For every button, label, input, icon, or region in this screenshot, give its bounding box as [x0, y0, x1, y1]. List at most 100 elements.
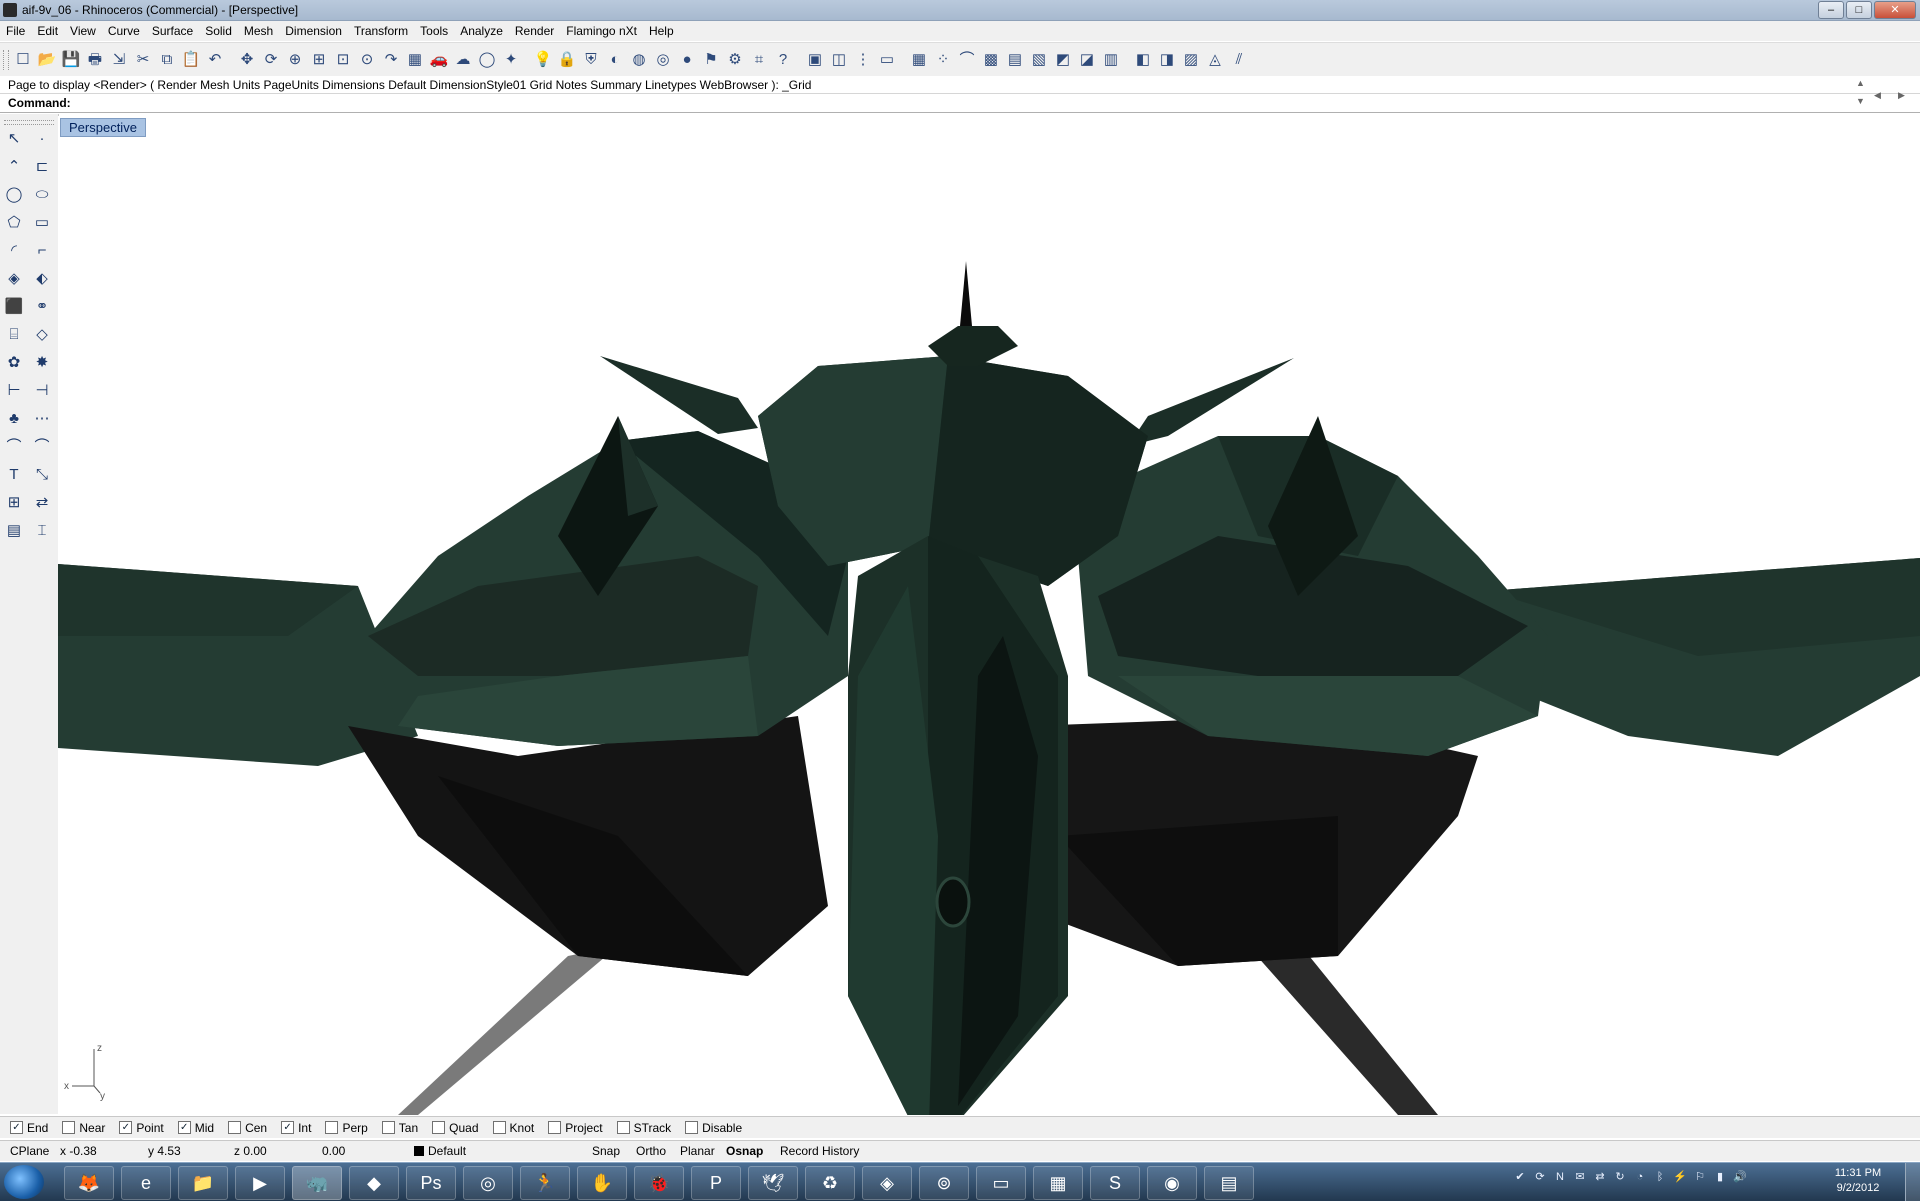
media-player-icon[interactable]: ▶	[235, 1166, 285, 1200]
print-icon[interactable]: 🖶	[84, 49, 106, 71]
zoom-extents-icon[interactable]: ⊡	[332, 49, 354, 71]
clock[interactable]: 11:31 PM 9/2/2012	[1820, 1166, 1896, 1196]
scale-icon[interactable]: ⤡	[30, 464, 54, 486]
new-file-icon[interactable]: ☐	[12, 49, 34, 71]
split-icon[interactable]: ⊣	[30, 380, 54, 402]
lock-icon[interactable]: 🔒	[556, 49, 578, 71]
perspective-viewport[interactable]: Perspective z x y	[58, 116, 1920, 1115]
tray-signal-icon[interactable]: ▮	[1712, 1169, 1728, 1185]
tray-onenote-icon[interactable]: N	[1552, 1169, 1568, 1185]
shield-icon[interactable]: ⛨	[580, 49, 602, 71]
car-icon[interactable]: 🚗	[428, 49, 450, 71]
steam-icon[interactable]: ◎	[463, 1166, 513, 1200]
osnap-int[interactable]: ✓ Int	[281, 1121, 311, 1135]
recycle-icon[interactable]: ♻	[805, 1166, 855, 1200]
cplane-icon[interactable]: ◧	[1132, 49, 1154, 71]
scroll-up-icon[interactable]: ▲	[1856, 78, 1865, 88]
osnap-strack[interactable]: STrack	[616, 1121, 671, 1135]
osnap-checkbox[interactable]: ✓	[119, 1121, 133, 1134]
spaceship-model[interactable]	[58, 116, 1920, 1115]
folder-icon[interactable]: 📁	[178, 1166, 228, 1200]
osnap-point[interactable]: ✓ Point	[119, 1121, 164, 1135]
circle-icon[interactable]: ◯	[476, 49, 498, 71]
snap-points-icon[interactable]: ⁘	[932, 49, 954, 71]
osnap-end[interactable]: ✓ End	[10, 1121, 48, 1135]
rotate-view-icon[interactable]: ⟳	[260, 49, 282, 71]
open-file-icon[interactable]: 📂	[36, 49, 58, 71]
book-icon[interactable]: ▧	[1028, 49, 1050, 71]
osnap-knot[interactable]: Knot	[492, 1121, 534, 1135]
layout-icon[interactable]: ▥	[1100, 49, 1122, 71]
menu-render[interactable]: Render	[509, 21, 560, 41]
draft-icon[interactable]: ▨	[1180, 49, 1202, 71]
osnap-quad[interactable]: Quad	[432, 1121, 479, 1135]
record-history-toggle[interactable]: Record History	[780, 1144, 859, 1158]
zoom-selected-icon[interactable]: ⊙	[356, 49, 378, 71]
text-icon[interactable]: T	[2, 464, 26, 486]
osnap-perp[interactable]: Perp	[325, 1121, 368, 1135]
tray-shield-icon[interactable]: ✔	[1512, 1169, 1528, 1185]
curve-from-object-icon[interactable]: ⌒	[2, 436, 26, 458]
menu-tools[interactable]: Tools	[414, 21, 454, 41]
skype-icon[interactable]: S	[1090, 1166, 1140, 1200]
group-icon[interactable]: ⋯	[30, 408, 54, 430]
bird-icon[interactable]: 🕊	[748, 1166, 798, 1200]
menu-file[interactable]: File	[0, 21, 31, 41]
calculator-icon[interactable]: ▦	[1033, 1166, 1083, 1200]
tray-sync-icon[interactable]: ⟳	[1532, 1169, 1548, 1185]
minimize-button[interactable]: –	[1818, 1, 1844, 19]
scroll-right-icon[interactable]: ▶	[1898, 90, 1905, 101]
copy-icon[interactable]: ⧉	[156, 49, 178, 71]
ellipse-icon[interactable]: ⬭	[30, 184, 54, 206]
box-solid-icon[interactable]: ⬛	[2, 296, 26, 318]
sketchup-icon[interactable]: ◆	[349, 1166, 399, 1200]
surface-icon[interactable]: ◩	[1052, 49, 1074, 71]
start-button[interactable]	[4, 1165, 44, 1199]
menu-help[interactable]: Help	[643, 21, 680, 41]
render-icon[interactable]: ☁	[452, 49, 474, 71]
player-icon[interactable]: ⊚	[919, 1166, 969, 1200]
show-desktop-button[interactable]	[1905, 1163, 1920, 1201]
osnap-checkbox[interactable]: ✓	[177, 1121, 191, 1134]
notebook-icon[interactable]: ▭	[976, 1166, 1026, 1200]
viewport-layout-icon[interactable]: ▦	[404, 49, 426, 71]
planar-toggle[interactable]: Planar	[680, 1144, 715, 1158]
pin-icon[interactable]: ⋮	[852, 49, 874, 71]
rhino-icon[interactable]: 🦏	[292, 1166, 342, 1200]
osnap-checkbox[interactable]	[492, 1121, 506, 1134]
arc-icon[interactable]: ◜	[2, 240, 26, 262]
tray-network-share-icon[interactable]: ⇄	[1592, 1169, 1608, 1185]
tray-flag-icon[interactable]: ⚐	[1692, 1169, 1708, 1185]
help-icon[interactable]: ?	[772, 49, 794, 71]
osnap-tan[interactable]: Tan	[381, 1121, 418, 1135]
osnap-checkbox[interactable]	[548, 1121, 562, 1134]
photoshop-icon[interactable]: Ps	[406, 1166, 456, 1200]
redo-view-icon[interactable]: ↷	[380, 49, 402, 71]
maximize-button[interactable]: □	[1846, 1, 1872, 19]
extrude-icon[interactable]: ◇	[30, 324, 54, 346]
osnap-checkbox[interactable]	[381, 1121, 395, 1134]
color-wheel-icon[interactable]: ◐	[604, 49, 626, 71]
polygon-icon[interactable]: ⬠	[2, 212, 26, 234]
mesh-icon[interactable]: ◪	[1076, 49, 1098, 71]
osnap-cen[interactable]: Cen	[228, 1121, 267, 1135]
boolean-union-icon[interactable]: ⚭	[30, 296, 54, 318]
menu-flamingo-nxt[interactable]: Flamingo nXt	[560, 21, 643, 41]
close-button[interactable]: ✕	[1874, 1, 1916, 19]
ortho-toggle[interactable]: Ortho	[636, 1144, 666, 1158]
offset-icon[interactable]: ⌒	[30, 436, 54, 458]
tray-globe-icon[interactable]: ◔	[1632, 1169, 1648, 1185]
gear-mesh-icon[interactable]: ✿	[2, 352, 26, 374]
cplane-label[interactable]: CPlane	[10, 1144, 49, 1158]
menu-dimension[interactable]: Dimension	[279, 21, 348, 41]
menu-curve[interactable]: Curve	[102, 21, 146, 41]
tray-volume-icon[interactable]: 🔊	[1732, 1169, 1748, 1185]
zoom-window-icon[interactable]: ⊞	[308, 49, 330, 71]
toolbar-grip[interactable]	[3, 50, 9, 70]
rectangle-icon[interactable]: ▭	[30, 212, 54, 234]
circle-icon[interactable]: ◯	[2, 184, 26, 206]
curvature-icon[interactable]: ◬	[1204, 49, 1226, 71]
left-toolbar-grip[interactable]	[4, 120, 54, 125]
ladybug-icon[interactable]: 🐞	[634, 1166, 684, 1200]
menu-view[interactable]: View	[64, 21, 102, 41]
